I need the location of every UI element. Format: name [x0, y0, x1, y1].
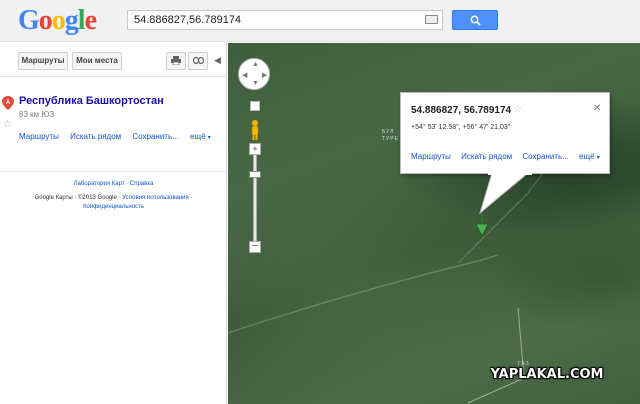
print-button[interactable] — [166, 52, 186, 70]
place-more-link[interactable]: ещё ▾ — [190, 132, 211, 141]
print-icon — [171, 56, 181, 66]
place-distance: 83 км ЮЗ — [19, 110, 55, 119]
link-icon — [192, 56, 204, 65]
place-actions: Маршруты Искать рядом Сохранить... ещё ▾ — [19, 132, 220, 141]
zoom-slider-track[interactable] — [253, 155, 257, 241]
bubble-more-link[interactable]: ещё ▾ — [579, 152, 600, 161]
divider — [0, 171, 227, 172]
collapse-panel-icon[interactable]: ◀ — [214, 55, 221, 66]
place-routes-link[interactable]: Маршруты — [19, 132, 59, 141]
pan-left-icon[interactable]: ◀ — [242, 71, 247, 79]
privacy-link[interactable]: Конфиденциальность — [83, 204, 144, 210]
pan-down-icon[interactable]: ▼ — [252, 80, 259, 87]
map-place-label: БУЛ ТУРЕ — [382, 129, 399, 143]
search-button[interactable] — [452, 10, 498, 30]
place-marker-icon: A — [2, 96, 14, 110]
link-button[interactable] — [188, 52, 208, 70]
pegman-icon[interactable] — [249, 119, 261, 141]
pan-up-icon[interactable]: ▲ — [252, 61, 259, 68]
routes-button[interactable]: Маршруты — [18, 52, 68, 70]
place-search-nearby-link[interactable]: Искать рядом — [70, 132, 121, 141]
search-input[interactable]: 54.886827,56.789174 — [127, 10, 443, 30]
zoom-slider-handle[interactable] — [249, 171, 261, 178]
copyright-text: Google Карты · ©2013 Google · — [34, 195, 121, 201]
search-input-value: 54.886827,56.789174 — [134, 14, 242, 26]
bubble-save-link[interactable]: Сохранить... — [522, 152, 568, 161]
close-icon[interactable]: ✕ — [593, 103, 601, 114]
svg-text:A: A — [6, 100, 11, 106]
chevron-down-icon: ▾ — [596, 155, 600, 161]
terms-link[interactable]: Условия использования — [122, 195, 189, 201]
google-logo[interactable]: Google — [18, 5, 97, 37]
map-label-1: БУЛ — [382, 129, 395, 135]
bubble-pointer — [479, 173, 532, 215]
header-bar: Google 54.886827,56.789174 — [0, 0, 640, 42]
bubble-dms-coords: +54° 53' 12.58", +56° 47' 21.03" — [411, 124, 511, 131]
left-panel: Маршруты Мои места ◀ A ☆ Республика Башк… — [0, 43, 227, 404]
footer-copyright: Google Карты · ©2013 Google · Условия ис… — [34, 195, 193, 210]
map-label-2: ТУРЕ — [382, 136, 399, 142]
zoom-reset-button[interactable] — [250, 101, 260, 111]
place-more-label: ещё — [190, 132, 206, 141]
bubble-more-label: ещё — [579, 152, 595, 161]
maps-window: Google 54.886827,56.789174 Маршруты Мои … — [0, 0, 640, 404]
bubble-search-nearby-link[interactable]: Искать рядом — [461, 152, 512, 161]
chevron-down-icon: ▾ — [207, 135, 211, 141]
panel-toolbar: Маршруты Мои места ◀ — [0, 43, 227, 77]
keyboard-icon[interactable] — [425, 15, 438, 24]
bubble-routes-link[interactable]: Маршруты — [411, 152, 451, 161]
place-save-link[interactable]: Сохранить... — [132, 132, 178, 141]
info-bubble: 54.886827, 56.789174 ☆ ✕ +54° 53' 12.58"… — [400, 92, 610, 174]
watermark: YAPLAKAL.COM — [490, 367, 604, 382]
place-title[interactable]: Республика Башкортостан — [19, 95, 164, 107]
map-canvas[interactable]: БУЛ ТУРЕ ГАЗ ▲ ▼ ◀ ▶ + − 54.886827, 56.7… — [228, 43, 640, 404]
search-icon — [470, 15, 481, 26]
bubble-actions: Маршруты Искать рядом Сохранить... ещё ▾ — [411, 152, 608, 161]
footer-links[interactable]: Лаборатория Карт · Справка — [0, 181, 227, 187]
zoom-out-button[interactable]: − — [249, 241, 261, 253]
zoom-in-button[interactable]: + — [249, 143, 261, 155]
star-icon[interactable]: ☆ — [3, 119, 12, 130]
bubble-star-icon[interactable]: ☆ — [513, 104, 522, 115]
pan-right-icon[interactable]: ▶ — [262, 71, 267, 79]
location-arrow-icon[interactable] — [476, 214, 488, 238]
my-places-button[interactable]: Мои места — [72, 52, 122, 70]
pan-control[interactable]: ▲ ▼ ◀ ▶ — [238, 58, 270, 90]
bubble-title: 54.886827, 56.789174 — [411, 105, 512, 116]
